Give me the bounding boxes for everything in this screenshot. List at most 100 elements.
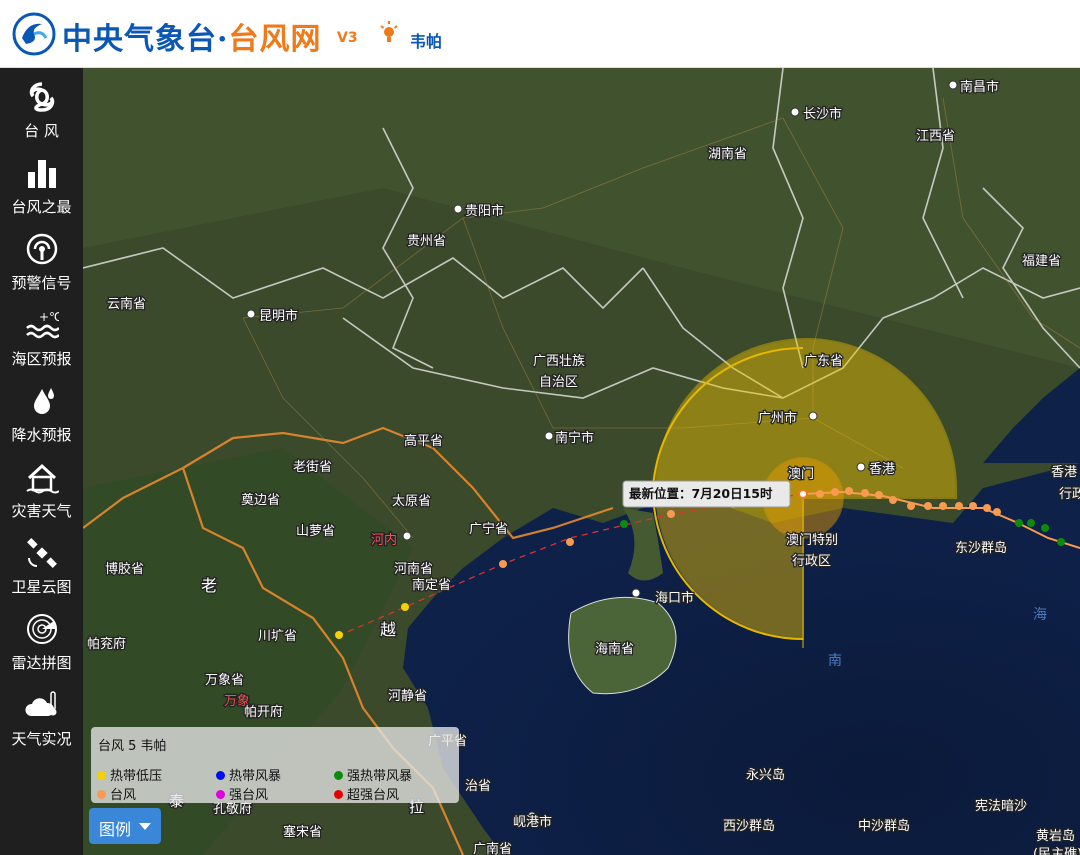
label-kunming: 昆明市	[259, 308, 298, 324]
latest-position-tooltip: 最新位置：7月20日15时	[622, 480, 791, 508]
sidebar-item-label: 预警信号	[11, 274, 72, 292]
sidebar-item-satellite[interactable]: 卫星云图	[0, 530, 83, 606]
legend-dot	[97, 790, 106, 799]
sidebar-item-label: 天气实况	[11, 730, 72, 748]
sidebar-item-radar[interactable]: 雷达拼图	[0, 606, 83, 682]
satellite-icon	[27, 538, 57, 568]
label-huangyan-2: (民主礁)	[1033, 846, 1080, 855]
label-hainan: 海南省	[595, 641, 634, 657]
label-hai: 海	[1033, 607, 1047, 623]
label-guiyang: 贵阳市	[465, 203, 504, 219]
cloud-thermometer-icon	[25, 691, 57, 716]
legend-dot	[97, 771, 106, 780]
legend-item-tropical-storm: 热带风暴	[216, 765, 281, 784]
label-nan: 南	[828, 653, 842, 669]
sidebar-item-weather-live[interactable]: 天气实况	[0, 682, 83, 758]
sidebar-item-label: 雷达拼图	[11, 654, 72, 672]
label-laojie: 老街省	[293, 460, 332, 475]
label-guangning: 广宁省	[469, 521, 508, 537]
house-icon	[26, 463, 59, 494]
sidebar: 台 风 台风之最 预警信号 +℃ 海区预报 降水预报 灾害天气 卫星云图 雷达拼…	[0, 68, 83, 855]
label-macau: 澳门	[788, 466, 814, 482]
label-henan: 河南省	[394, 561, 433, 577]
label-wanxiang-prov: 万象省	[205, 673, 244, 688]
svg-text:+℃: +℃	[39, 310, 59, 324]
label-zhiding: 治省	[465, 779, 491, 794]
legend-item-strong-typhoon: 强台风	[216, 784, 268, 803]
bar-chart-icon	[28, 160, 56, 188]
lightbulb-icon[interactable]	[379, 20, 399, 46]
legend-panel: 台风 5 韦帕 热带低压 热带风暴 强热带风暴 台风 强台风 超强台风	[91, 727, 459, 803]
legend-dot	[334, 790, 343, 799]
label-xiangu: 岘港市	[513, 814, 552, 830]
sidebar-item-label: 降水预报	[11, 426, 72, 444]
sidebar-item-typhoon[interactable]: 台 风	[0, 74, 83, 150]
typhoon-icon	[29, 82, 55, 112]
legend-item-super-typhoon: 超强台风	[334, 784, 399, 803]
label-nanchang: 南昌市	[960, 79, 999, 95]
label-nanning: 南宁市	[555, 430, 594, 446]
sidebar-item-label: 灾害天气	[11, 502, 72, 520]
label-chuankuang: 川圹省	[258, 629, 297, 644]
legend-dot	[216, 771, 225, 780]
label-macau-sar-2: 行政区	[792, 554, 831, 569]
label-yongxing: 永兴岛	[746, 767, 785, 783]
sidebar-item-label: 卫星云图	[11, 578, 72, 596]
label-guangxi-2: 自治区	[539, 375, 578, 390]
label-lao: 老	[201, 576, 217, 595]
sidebar-item-sea-forecast[interactable]: +℃ 海区预报	[0, 302, 83, 378]
label-guangzhou: 广州市	[758, 410, 797, 426]
label-fujian: 福建省	[1022, 254, 1061, 269]
legend-item-typhoon: 台风	[97, 784, 136, 803]
sidebar-item-typhoon-records[interactable]: 台风之最	[0, 150, 83, 226]
site-title[interactable]: 中央气象台·台风网	[62, 14, 321, 58]
label-guangnan: 广南省	[473, 841, 512, 855]
label-kaluohua: 孔敬府	[213, 801, 252, 817]
label-dongsha: 东沙群岛	[955, 540, 1007, 556]
sidebar-item-label: 台 风	[24, 122, 59, 140]
label-taiyuan: 太原省	[392, 494, 431, 509]
legend-dot	[216, 790, 225, 799]
label-hk-right-1: 香港	[1051, 465, 1077, 480]
legend-title: 台风 5 韦帕	[98, 739, 167, 754]
legend-toggle-button[interactable]: 图例	[89, 808, 161, 844]
label-yue: 越	[380, 620, 396, 639]
label-guangdong: 广东省	[804, 354, 843, 369]
label-hunan: 湖南省	[708, 146, 747, 162]
label-hejing: 河静省	[388, 689, 427, 704]
label-saiyuan: 塞宋省	[283, 824, 322, 840]
cma-logo-icon[interactable]	[12, 12, 56, 56]
sidebar-item-label: 台风之最	[11, 198, 72, 216]
label-shanluo: 山萝省	[296, 524, 335, 539]
warning-signal-icon	[26, 233, 58, 265]
label-hk-right-2: 行政	[1059, 487, 1080, 502]
current-typhoon-name[interactable]: 韦帕	[410, 28, 442, 52]
svg-text:最新位置：7月20日15时: 最新位置：7月20日15时	[629, 486, 773, 501]
label-xianfa: 宪法暗沙	[975, 798, 1027, 814]
label-hongkong: 香港	[869, 462, 895, 477]
legend-item-tropical-depression: 热带低压	[97, 765, 162, 784]
label-guizhou: 贵州省	[407, 234, 446, 249]
sidebar-item-precipitation[interactable]: 降水预报	[0, 378, 83, 454]
label-gaoping: 高平省	[404, 433, 443, 449]
sidebar-item-label: 海区预报	[11, 350, 72, 368]
label-boqiao: 博胶省	[105, 561, 144, 577]
label-haikou: 海口市	[655, 590, 694, 606]
legend-button-label: 图例	[99, 820, 132, 839]
legend-dot	[334, 771, 343, 780]
header: 中央气象台·台风网 V3 韦帕	[0, 0, 1080, 68]
label-huangyan-1: 黄岩岛	[1036, 828, 1075, 844]
label-zhongsha: 中沙群岛	[858, 818, 910, 834]
sidebar-item-warning-signal[interactable]: 预警信号	[0, 226, 83, 302]
radar-icon	[27, 614, 57, 644]
current-position-marker[interactable]	[798, 489, 808, 499]
raindrop-icon	[34, 388, 54, 414]
label-guangxi-1: 广西壮族	[533, 353, 585, 369]
sea-temperature-icon: +℃	[26, 310, 59, 339]
label-hanoi: 河内	[371, 532, 397, 548]
label-pakesheng: 帕开府	[244, 705, 283, 720]
site-version: V3	[337, 30, 358, 46]
label-xisha: 西沙群岛	[723, 818, 775, 834]
label-pafang: 帕兖府	[87, 637, 126, 652]
sidebar-item-disaster-weather[interactable]: 灾害天气	[0, 454, 83, 530]
